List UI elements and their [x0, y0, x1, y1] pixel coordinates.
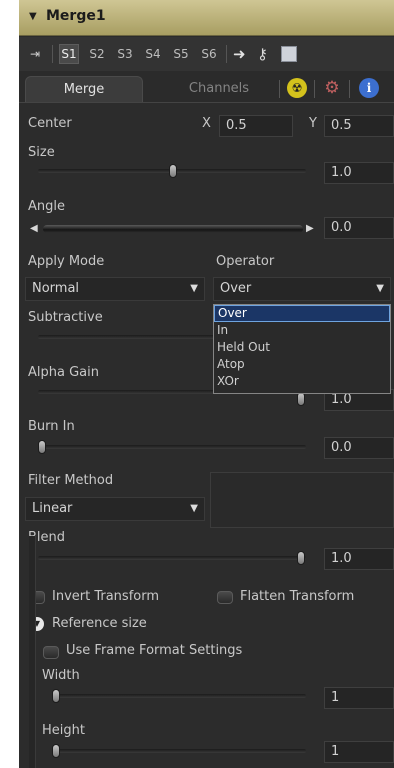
tool-header[interactable]: ▼ Merge1 — [19, 0, 394, 36]
save-icon[interactable] — [281, 46, 297, 62]
tab-divider — [279, 80, 280, 98]
chevron-down-icon: ▼ — [190, 503, 198, 514]
version-toolbar: ⇥ S1 S2 S3 S4 S5 S6 ➜ ⚷ — [19, 37, 394, 71]
version-slot-s3[interactable]: S3 — [115, 44, 135, 64]
flatten-transform-label: Flatten Transform — [240, 589, 355, 604]
angle-right-arrow-icon[interactable]: ▶ — [306, 223, 314, 234]
alpha-gain-label: Alpha Gain — [28, 365, 99, 380]
operator-option-atop[interactable]: Atop — [214, 356, 390, 373]
angle-label: Angle — [28, 199, 65, 214]
toolbar-divider — [226, 45, 227, 63]
height-field[interactable]: 1 — [324, 741, 394, 763]
width-slider-handle[interactable] — [52, 689, 60, 703]
height-label: Height — [42, 723, 85, 738]
version-slot-s5[interactable]: S5 — [171, 44, 191, 64]
angle-left-arrow-icon[interactable]: ◀ — [30, 223, 38, 234]
tool-title: Merge1 — [46, 8, 106, 24]
burn-in-slider-handle[interactable] — [38, 440, 46, 454]
blend-slider-track[interactable] — [38, 556, 306, 560]
info-icon[interactable]: i — [359, 78, 379, 98]
filter-method-label: Filter Method — [28, 473, 114, 488]
blend-field[interactable]: 1.0 — [324, 548, 394, 570]
burn-in-label: Burn In — [28, 419, 75, 434]
tab-merge[interactable]: Merge — [25, 76, 143, 102]
center-y-field[interactable]: 0.5 — [324, 115, 394, 137]
use-frame-format-label: Use Frame Format Settings — [66, 643, 243, 658]
tool-panel: ▼ Merge1 ⇥ S1 S2 S3 S4 S5 S6 ➜ ⚷ Merge C… — [19, 0, 394, 768]
width-field[interactable]: 1 — [324, 687, 394, 709]
operator-option-held-out[interactable]: Held Out — [214, 339, 390, 356]
use-frame-format-checkbox[interactable] — [43, 646, 59, 659]
version-slot-s6[interactable]: S6 — [199, 44, 219, 64]
operator-label: Operator — [216, 254, 275, 269]
filter-method-value: Linear — [32, 501, 73, 516]
version-slot-s2[interactable]: S2 — [87, 44, 107, 64]
chevron-down-icon: ▼ — [190, 283, 198, 294]
pin-icon[interactable]: ⇥ — [25, 44, 45, 64]
operator-options-list: Over In Held Out Atop XOr — [213, 304, 391, 394]
subtractive-slider-track[interactable] — [38, 335, 218, 339]
operator-value: Over — [220, 281, 252, 296]
operator-option-xor[interactable]: XOr — [214, 373, 390, 390]
tab-bar: Merge Channels ☢ ⚙ i — [19, 72, 394, 102]
tab-channels[interactable]: Channels — [164, 76, 274, 102]
gear-icon[interactable]: ⚙ — [322, 78, 342, 98]
chevron-down-icon: ▼ — [376, 283, 384, 294]
center-y-label: Y — [309, 116, 317, 131]
invert-transform-label: Invert Transform — [52, 589, 160, 604]
width-label: Width — [42, 668, 80, 683]
apply-mode-label: Apply Mode — [28, 254, 105, 269]
width-slider-track[interactable] — [52, 694, 306, 698]
size-field[interactable]: 1.0 — [324, 162, 394, 184]
size-slider-handle[interactable] — [169, 164, 177, 178]
group-indent-bar — [29, 536, 36, 768]
blend-slider-handle[interactable] — [297, 551, 305, 565]
alpha-gain-slider-track[interactable] — [38, 390, 218, 394]
alpha-gain-slider-handle[interactable] — [297, 392, 305, 406]
height-slider-track[interactable] — [52, 749, 306, 753]
empty-control-area — [210, 472, 394, 528]
version-slot-s1[interactable]: S1 — [59, 44, 79, 64]
angle-field[interactable]: 0.0 — [324, 217, 394, 239]
merge-controls: Center X 0.5 Y 0.5 Size 1.0 Angle ◀ ▶ 0.… — [19, 102, 394, 768]
operator-option-in[interactable]: In — [214, 322, 390, 339]
radiation-icon[interactable]: ☢ — [287, 78, 307, 98]
subtractive-label: Subtractive — [28, 310, 103, 325]
toolbar-divider — [52, 45, 53, 63]
height-slider-handle[interactable] — [52, 744, 60, 758]
tab-divider — [314, 80, 315, 98]
burn-in-slider-track[interactable] — [38, 445, 306, 449]
operator-option-over[interactable]: Over — [214, 305, 390, 322]
center-x-label: X — [202, 116, 211, 131]
tab-divider — [349, 80, 350, 98]
size-label: Size — [28, 145, 55, 160]
filter-method-dropdown[interactable]: Linear ▼ — [25, 497, 205, 521]
operator-dropdown[interactable]: Over ▼ — [213, 277, 391, 301]
version-slot-s4[interactable]: S4 — [143, 44, 163, 64]
flatten-transform-checkbox[interactable] — [217, 591, 233, 604]
apply-mode-dropdown[interactable]: Normal ▼ — [25, 277, 205, 301]
arrow-right-icon[interactable]: ➜ — [233, 44, 246, 64]
key-icon[interactable]: ⚷ — [257, 44, 268, 64]
apply-mode-value: Normal — [32, 281, 80, 296]
center-x-field[interactable]: 0.5 — [219, 115, 293, 137]
burn-in-field[interactable]: 0.0 — [324, 437, 394, 459]
angle-thumbwheel[interactable] — [43, 225, 303, 233]
center-label: Center — [28, 116, 72, 131]
collapse-arrow-icon[interactable]: ▼ — [29, 11, 37, 22]
reference-size-label: Reference size — [52, 616, 147, 631]
